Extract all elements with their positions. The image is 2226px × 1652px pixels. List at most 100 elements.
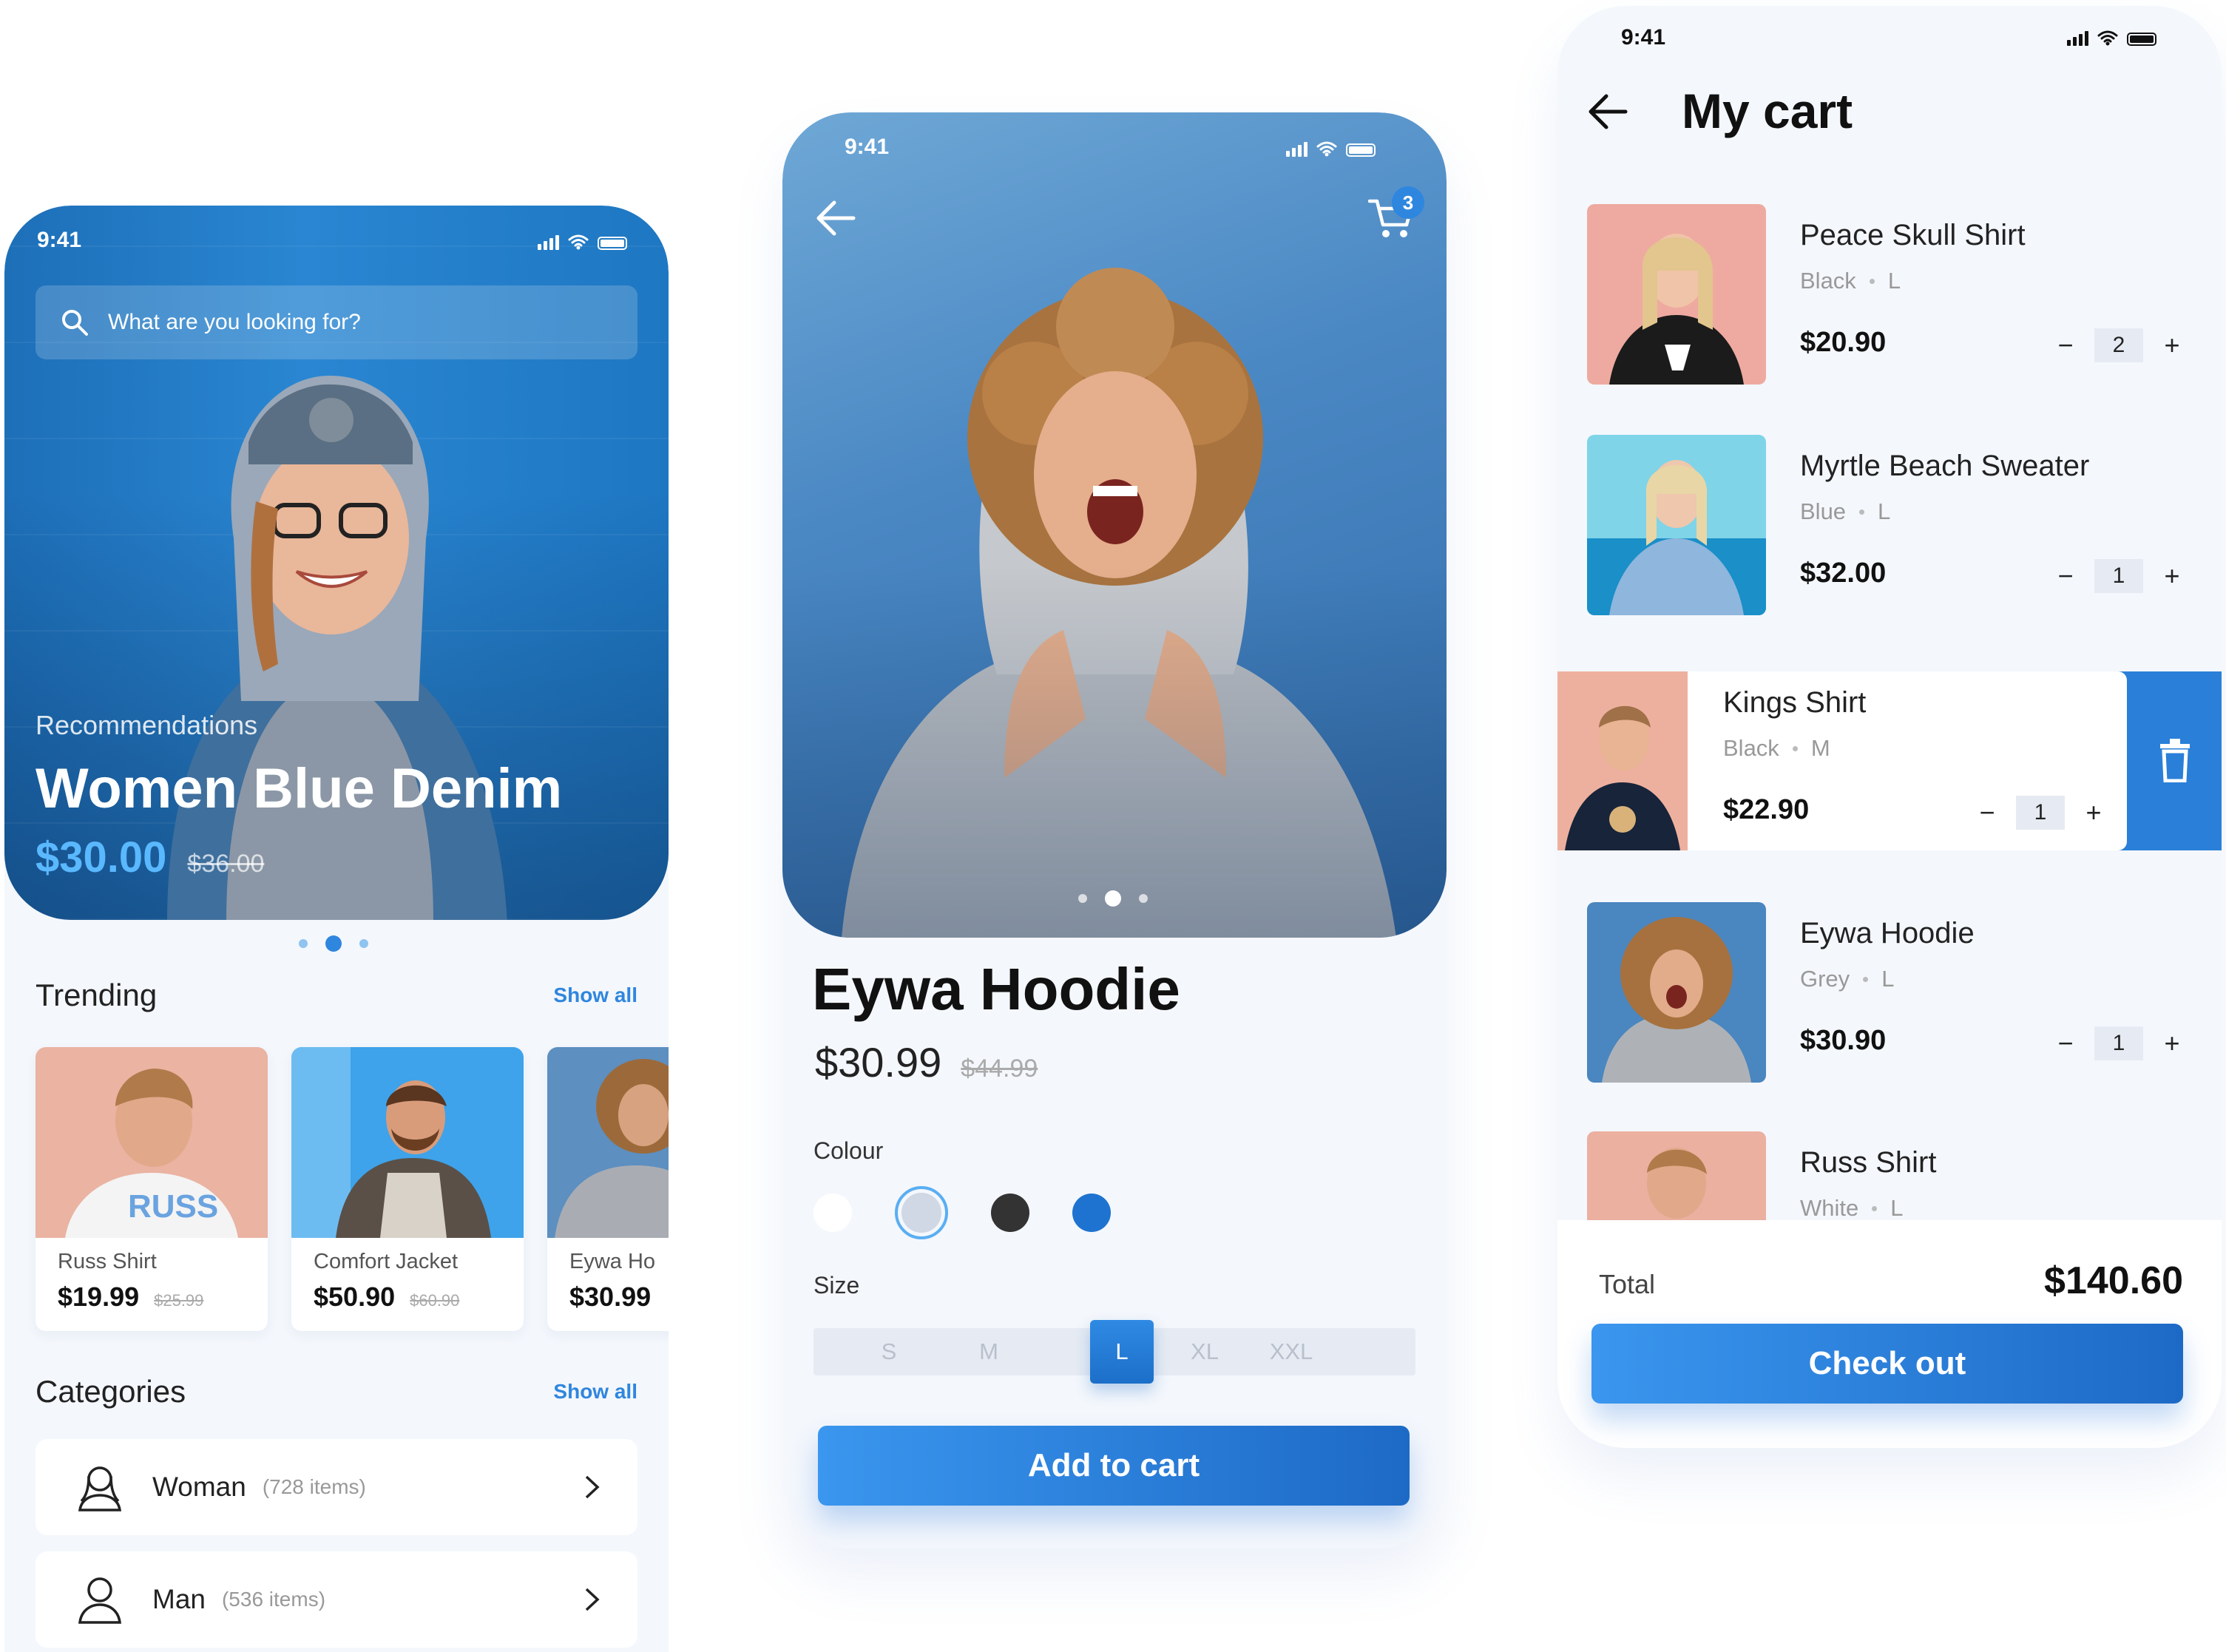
qty-plus-button[interactable]: + (2081, 797, 2106, 828)
back-arrow-icon[interactable] (815, 200, 856, 237)
size-option[interactable]: M (964, 1338, 1013, 1365)
cart-summary: Total $140.60 Check out (1557, 1220, 2222, 1448)
quantity-stepper[interactable]: − 2 + (2053, 328, 2185, 362)
pagination-dot-active[interactable] (325, 935, 342, 952)
category-item-man[interactable]: Man (536 items) (35, 1551, 637, 1648)
cart-item-variant: White L (1800, 1195, 1904, 1222)
colour-swatch-black[interactable] (991, 1194, 1029, 1232)
colour-swatch-white[interactable] (813, 1194, 852, 1232)
cart-item-color: Black (1800, 268, 1856, 294)
qty-minus-button[interactable]: − (2053, 330, 2078, 361)
colour-swatch-grey-selected[interactable] (895, 1186, 948, 1239)
pagination-dot[interactable] (1139, 894, 1148, 903)
hero-banner[interactable]: 9:41 What are you looking for? Recommend… (4, 206, 669, 920)
qty-minus-button[interactable]: − (1975, 797, 2000, 828)
product-photo (291, 1047, 524, 1238)
hero-pagination[interactable] (299, 935, 368, 952)
trending-list[interactable]: RUSS Russ Shirt $19.99 $25.99 Comfort Jac… (35, 1047, 669, 1331)
cart-item-price: $20.90 (1800, 327, 1887, 358)
cart-item-size: L (1881, 966, 1895, 992)
status-bar: 9:41 (4, 206, 669, 272)
search-bar[interactable]: What are you looking for? (35, 285, 637, 359)
size-label: Size (813, 1272, 860, 1299)
product-price: $30.99 $44.99 (815, 1038, 1038, 1086)
trending-old-price: $60.90 (410, 1291, 460, 1310)
qty-plus-button[interactable]: + (2159, 561, 2185, 592)
search-icon (62, 310, 88, 336)
svg-text:RUSS: RUSS (128, 1188, 218, 1225)
trending-price: $19.99 (58, 1282, 140, 1312)
qty-plus-button[interactable]: + (2159, 1028, 2185, 1059)
product-thumbnail (1587, 902, 1766, 1083)
pagination-dot[interactable] (1078, 894, 1087, 903)
qty-plus-button[interactable]: + (2159, 330, 2185, 361)
size-option[interactable]: XXL (1256, 1338, 1327, 1365)
trending-show-all[interactable]: Show all (553, 984, 637, 1007)
wifi-icon (568, 234, 589, 250)
size-option-selected[interactable]: L (1090, 1320, 1154, 1384)
page-title: My cart (1682, 84, 1853, 138)
cart-item-name: Peace Skull Shirt (1800, 219, 2026, 251)
trash-icon[interactable] (2158, 738, 2192, 782)
checkout-button[interactable]: Check out (1591, 1324, 2183, 1404)
cart-item[interactable]: Eywa Hoodie Grey L $30.90 − 1 + (1587, 902, 2192, 1083)
quantity-stepper[interactable]: − 1 + (2053, 559, 2185, 593)
colour-swatch-blue[interactable] (1072, 1194, 1111, 1232)
colour-picker[interactable] (813, 1186, 1111, 1239)
category-item-woman[interactable]: Woman (728 items) (35, 1439, 637, 1535)
trending-header: Trending Show all (35, 978, 637, 1013)
add-to-cart-button[interactable]: Add to cart (818, 1426, 1410, 1506)
pagination-dot[interactable] (299, 939, 308, 948)
hero-label: Recommendations (35, 710, 258, 740)
product-photo (547, 1047, 669, 1238)
qty-value[interactable]: 2 (2094, 328, 2143, 362)
category-count: (728 items) (262, 1475, 366, 1498)
status-time: 9:41 (37, 228, 82, 252)
cart-item-color: Black (1723, 735, 1779, 761)
qty-value[interactable]: 1 (2094, 559, 2143, 593)
quantity-stepper[interactable]: − 1 + (2053, 1026, 2185, 1060)
gallery-pagination[interactable] (1078, 890, 1148, 907)
product-screen: 9:41 Eywa Hoodie $30.99 $44.99 Colour Si… (782, 112, 1447, 1548)
gallery-overlay (782, 112, 1447, 938)
size-option[interactable]: S (813, 1338, 964, 1365)
pagination-dot[interactable] (359, 939, 368, 948)
wifi-icon (2097, 30, 2118, 46)
cart-item-price: $32.00 (1800, 558, 1887, 589)
trending-name: Russ Shirt (58, 1250, 157, 1273)
product-gallery[interactable]: 9:41 (782, 112, 1447, 938)
trending-card[interactable]: Comfort Jacket $50.90 $60.90 (291, 1047, 524, 1331)
qty-value[interactable]: 1 (2094, 1026, 2143, 1060)
quantity-stepper[interactable]: − 1 + (1975, 796, 2106, 830)
category-label: Woman (152, 1472, 246, 1502)
battery-icon (598, 237, 627, 250)
categories-show-all[interactable]: Show all (553, 1380, 637, 1404)
signal-icon (1286, 142, 1307, 157)
pagination-dot-active[interactable] (1105, 890, 1121, 907)
hero-old-price: $36.00 (187, 850, 265, 878)
product-photo: RUSS (35, 1047, 268, 1238)
qty-minus-button[interactable]: − (2053, 1028, 2078, 1059)
trending-card[interactable]: Eywa Ho $30.99 (547, 1047, 669, 1331)
hero-current-price: $30.00 (35, 833, 167, 881)
cart-item[interactable]: Peace Skull Shirt Black L $20.90 − 2 + (1587, 204, 2192, 385)
back-arrow-icon[interactable] (1587, 93, 1628, 130)
qty-minus-button[interactable]: − (2053, 561, 2078, 592)
cart-item-name: Russ Shirt (1800, 1146, 1937, 1179)
colour-label: Colour (813, 1137, 884, 1164)
cart-item[interactable]: Myrtle Beach Sweater Blue L $32.00 − 1 + (1587, 435, 2192, 615)
status-time: 9:41 (845, 135, 890, 159)
man-icon (78, 1577, 121, 1624)
cart-item-swiped[interactable]: Kings Shirt Black M $22.90 − 1 + (1557, 671, 2222, 850)
cart-item-name: Eywa Hoodie (1800, 917, 1975, 949)
trending-card[interactable]: RUSS Russ Shirt $19.99 $25.99 (35, 1047, 268, 1331)
product-title: Eywa Hoodie (812, 956, 1180, 1022)
total-label: Total (1599, 1269, 1656, 1299)
qty-value[interactable]: 1 (2016, 796, 2065, 830)
cart-item[interactable]: Kings Shirt Black M $22.90 − 1 + (1557, 671, 2127, 850)
cart-item-variant: Grey L (1800, 966, 1894, 992)
size-option[interactable]: XL (1154, 1338, 1256, 1365)
size-picker[interactable]: S M L XL XXL (813, 1320, 1415, 1384)
cart-item-name: Myrtle Beach Sweater (1800, 450, 2090, 482)
product-thumbnail (1557, 671, 1688, 850)
